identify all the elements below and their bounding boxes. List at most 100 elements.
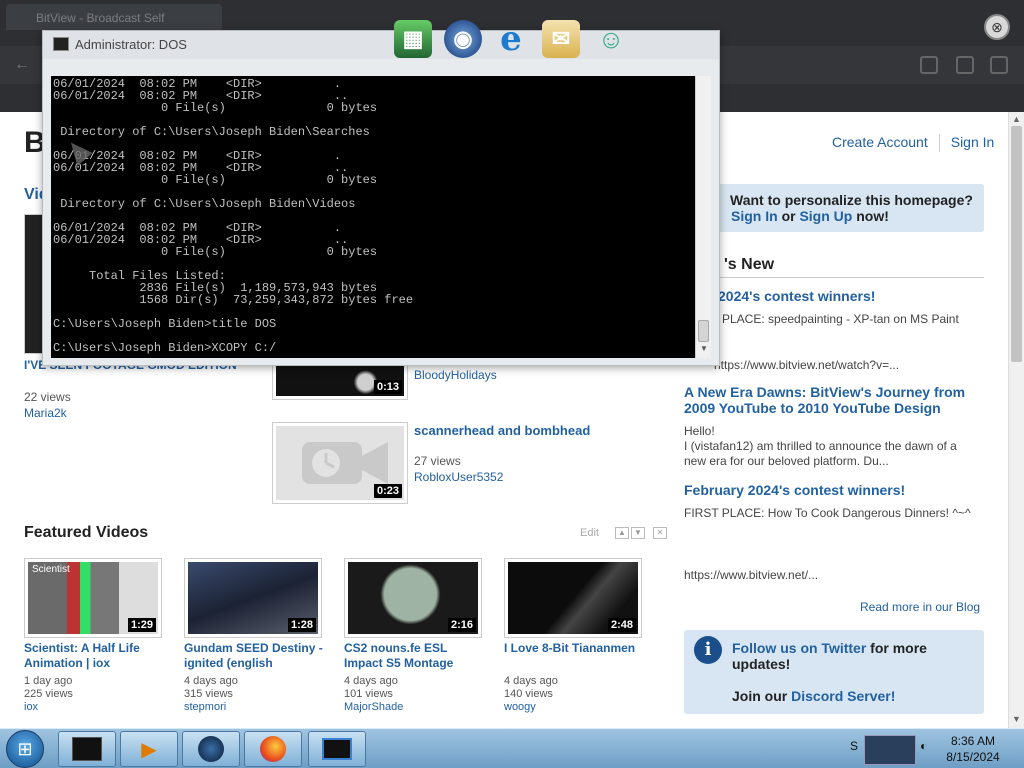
video-title[interactable]: CS2 nouns.fe ESL Impact S5 Montage [344, 641, 484, 671]
scroll-up-icon[interactable]: ▲ [1012, 114, 1021, 124]
news-item: 2024's contest winners! PLACE: speedpain… [684, 288, 984, 327]
news-title[interactable]: A New Era Dawns: BitView's Journey from … [684, 384, 984, 416]
video-user[interactable]: RobloxUser5352 [414, 470, 590, 484]
close-icon[interactable]: ⊗ [984, 14, 1010, 40]
scroll-down-icon[interactable]: ▼ [1012, 714, 1021, 724]
clock[interactable]: 8:36 AM 8/15/2024 [930, 733, 1016, 765]
ie-icon[interactable]: e [492, 19, 530, 59]
winamp-icon[interactable]: ▦ [394, 20, 432, 58]
network-icon[interactable]: ◐ [920, 739, 927, 753]
menu-icon[interactable] [990, 56, 1008, 74]
personalize-or: or [781, 208, 796, 224]
personalize-box: Want to personalize this homepage? Sign … [712, 184, 984, 232]
news-title[interactable]: 2024's contest winners! [684, 288, 984, 304]
video-views: 225 views [24, 688, 73, 700]
tray-preview-icon[interactable] [864, 735, 916, 765]
personalize-sign-in-link[interactable]: Sign In [731, 208, 778, 224]
clock-time: 8:36 AM [950, 734, 996, 748]
page-scrollbar[interactable]: ▲ ▼ [1008, 112, 1024, 728]
taskbar-app-firefox[interactable] [244, 731, 302, 767]
left-video-thumb[interactable] [24, 214, 44, 354]
users-icon[interactable]: ☺ [592, 20, 630, 58]
video-title[interactable]: Gundam SEED Destiny - ignited (english [184, 641, 324, 671]
browser-tab-title: BitView - Broadcast Self [36, 11, 165, 25]
move-up-icon[interactable]: ▲ [614, 527, 629, 539]
mail-icon[interactable]: ✉ [542, 20, 580, 58]
video-info: scannerhead and bombhead 27 views Roblox… [414, 423, 590, 484]
video-user[interactable]: iox [24, 701, 164, 714]
create-account-link[interactable]: Create Account [832, 134, 928, 152]
video-thumbnail[interactable]: 0:23 [272, 422, 408, 504]
video-info: BloodyHolidays [414, 366, 497, 382]
news-url: https://www.bitview.net/watch?v=... [714, 358, 900, 372]
news-title[interactable]: February 2024's contest winners! [684, 482, 984, 498]
news-text: PLACE: speedpainting - XP-tan on MS Pain… [722, 312, 959, 326]
personalize-sign-up-link[interactable]: Sign Up [799, 208, 852, 224]
news-text: FIRST PLACE: How To Cook Dangerous Dinne… [684, 506, 971, 520]
discord-text: Join our [732, 688, 792, 704]
featured-video[interactable]: 1:28 Gundam SEED Destiny - ignited (engl… [184, 558, 324, 714]
cmd-console[interactable]: 06/01/2024 08:02 PM <DIR> . 06/01/2024 0… [51, 76, 695, 358]
featured-video[interactable]: Scientist 1:29 Scientist: A Half Life An… [24, 558, 164, 714]
scroll-down-icon[interactable]: ▼ [700, 344, 708, 353]
video-views: 315 views [184, 688, 233, 700]
internet-icon[interactable]: ◉ [444, 20, 482, 58]
news-text: Hello! I (vistafan12) am thrilled to ann… [684, 424, 957, 468]
firefox-icon [260, 736, 286, 762]
sign-in-link[interactable]: Sign In [951, 134, 995, 152]
extension-icon[interactable] [956, 56, 974, 74]
video-user[interactable]: woogy [504, 701, 644, 714]
window-icon [322, 738, 352, 760]
dock: ▦ ◉ e ✉ ☺ [388, 14, 646, 64]
video-age: 4 days ago [504, 675, 558, 687]
twitter-link[interactable]: Follow us on Twitter [732, 640, 866, 656]
taskbar-app-media[interactable]: ▶ [120, 731, 178, 767]
info-icon: i [694, 636, 722, 664]
back-icon[interactable]: ← [14, 56, 30, 74]
video-user[interactable]: MajorShade [344, 701, 484, 714]
video-title[interactable]: scannerhead and bombhead [414, 423, 590, 438]
personalize-now: now! [856, 208, 889, 224]
video-views: 27 views [414, 454, 461, 468]
personalize-question: Want to personalize this homepage? [730, 192, 973, 208]
cmd-window[interactable]: Administrator: DOS 06/01/2024 08:02 PM <… [42, 30, 720, 366]
taskbar-app-globe[interactable] [182, 731, 240, 767]
featured-videos-heading: Featured Videos [24, 524, 149, 541]
video-title[interactable]: I Love 8-Bit Tiananmen [504, 641, 644, 671]
scrollbar-thumb[interactable] [1011, 126, 1022, 362]
featured-video[interactable]: 2:48 I Love 8-Bit Tiananmen 4 days ago 1… [504, 558, 644, 714]
browser-tab[interactable]: BitView - Broadcast Self [6, 4, 222, 30]
video-views: 101 views [344, 688, 393, 700]
move-down-icon[interactable]: ▼ [630, 527, 645, 539]
whats-new-heading-text: 's New [724, 256, 775, 273]
cmd-output: 06/01/2024 08:02 PM <DIR> . 06/01/2024 0… [53, 77, 414, 355]
cmd-scroll-thumb[interactable] [698, 320, 709, 342]
tray-label[interactable]: S [850, 739, 858, 753]
cmd-title: Administrator: DOS [75, 37, 187, 52]
cmd-icon [53, 37, 69, 51]
profile-icon[interactable] [920, 56, 938, 74]
close-icon[interactable]: ✕ [652, 527, 667, 539]
featured-video[interactable]: 2:16 CS2 nouns.fe ESL Impact S5 Montage … [344, 558, 484, 714]
whats-new-heading: 's New [684, 254, 984, 278]
video-user[interactable]: stepmori [184, 701, 324, 714]
video-views: 140 views [504, 688, 553, 700]
media-player-icon: ▶ [141, 738, 157, 761]
video-duration: 0:13 [373, 380, 402, 394]
taskbar-app-console[interactable] [58, 731, 116, 767]
divider [938, 134, 940, 152]
taskbar-app-window[interactable] [308, 731, 366, 767]
video-user[interactable]: BloodyHolidays [414, 368, 497, 382]
video-title[interactable]: Scientist: A Half Life Animation | iox [24, 641, 164, 671]
cmd-scrollbar[interactable]: ▼ [695, 76, 711, 358]
edit-link[interactable]: Edit [580, 527, 599, 539]
discord-link[interactable]: Discord Server! [791, 688, 895, 704]
left-video-user[interactable]: Maria2k [24, 406, 67, 420]
video-duration: 1:28 [287, 618, 316, 632]
video-age: 1 day ago [24, 675, 73, 687]
start-button[interactable]: ⊞ [6, 730, 44, 768]
taskbar: ⊞ ▶ S ◐ 8:36 AM 8/15/2024 [0, 728, 1024, 768]
read-more-link[interactable]: Read more in our Blog [860, 600, 980, 614]
twitter-box: i Follow us on Twitter for more updates!… [684, 630, 984, 714]
header-links: Create Account Sign In [832, 134, 994, 152]
